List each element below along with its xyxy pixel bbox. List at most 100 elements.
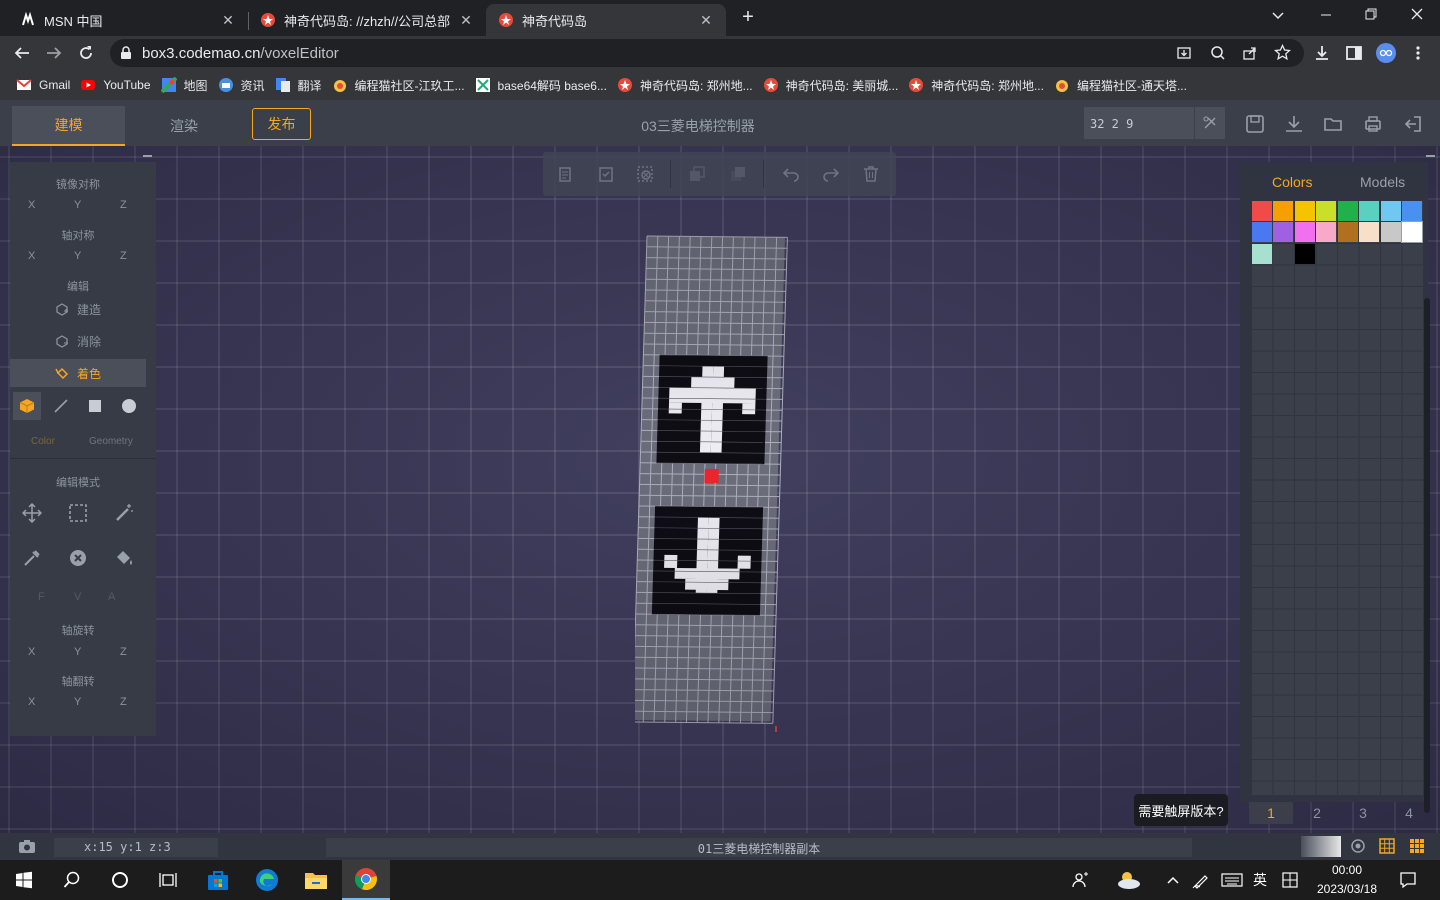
tab-build[interactable]: 建模 <box>12 106 125 146</box>
bookmark-codemao-zhengzhou-1[interactable]: 神奇代码岛: 郑州地... <box>615 73 761 97</box>
bookmark-codemao-community-2[interactable]: 编程猫社区-通天塔... <box>1052 73 1195 97</box>
input-language-indicator[interactable]: 英 <box>1250 870 1270 890</box>
new-tab-icon[interactable]: + <box>738 7 758 28</box>
axis-sym-y-toggle[interactable]: Y <box>74 250 81 262</box>
face-mode-toggle[interactable]: F <box>38 591 45 603</box>
up-button-panel[interactable] <box>656 354 768 465</box>
all-mode-toggle[interactable]: A <box>108 591 115 603</box>
models-tab[interactable]: Models <box>1360 174 1405 190</box>
rotate-x-button[interactable]: X <box>28 646 35 658</box>
target-icon[interactable] <box>1350 838 1366 854</box>
move-tool[interactable] <box>18 499 46 527</box>
axis-sym-z-toggle[interactable]: Z <box>120 250 127 262</box>
voxel-shape-cube[interactable] <box>13 392 41 420</box>
color-swatch[interactable] <box>1359 222 1379 242</box>
color-swatch[interactable] <box>1337 222 1358 242</box>
notification-icon[interactable] <box>1398 870 1418 890</box>
bookmark-star-icon[interactable] <box>1274 44 1291 61</box>
layer-icon[interactable] <box>728 164 748 184</box>
bookmark-base64[interactable]: base64解码 base6... <box>473 73 615 97</box>
edge-button[interactable] <box>243 860 291 900</box>
start-button[interactable] <box>0 860 48 900</box>
project-title[interactable]: 03三菱电梯控制器 <box>560 116 836 136</box>
palette-page-1[interactable]: 1 <box>1249 802 1293 824</box>
close-tab-icon[interactable]: ✕ <box>458 12 474 29</box>
dimensions-input[interactable]: 32 2 9 <box>1084 107 1194 139</box>
ime-mode-icon[interactable] <box>1280 870 1300 890</box>
publish-button[interactable]: 发布 <box>252 108 311 140</box>
profile-avatar-icon[interactable] <box>1375 42 1397 64</box>
bookmark-translate[interactable]: 翻译 <box>273 73 330 97</box>
color-swatch[interactable] <box>1251 222 1272 242</box>
tray-overflow-icon[interactable] <box>1163 870 1183 890</box>
rotate-z-button[interactable]: Z <box>120 646 127 658</box>
redo-icon[interactable] <box>821 164 841 184</box>
color-swatch[interactable] <box>1251 243 1272 264</box>
forward-icon[interactable] <box>43 42 65 64</box>
tab-search-icon[interactable] <box>1270 7 1286 23</box>
browser-tab-codemao[interactable]: 神奇代码岛 ✕ <box>486 4 726 36</box>
color-swatch[interactable] <box>1380 222 1401 242</box>
flip-z-button[interactable]: Z <box>120 696 127 708</box>
save-icon[interactable] <box>1245 114 1265 134</box>
reload-icon[interactable] <box>75 42 97 64</box>
color-swatch[interactable] <box>1251 200 1272 221</box>
rotate-y-button[interactable]: Y <box>74 646 81 658</box>
bookmark-gmail[interactable]: Gmail <box>14 73 78 97</box>
task-view-button[interactable] <box>144 860 192 900</box>
people-icon[interactable] <box>1071 870 1091 890</box>
palette-page-2[interactable]: 2 <box>1295 802 1339 824</box>
camera-icon[interactable] <box>18 839 36 854</box>
color-swatch[interactable] <box>1359 200 1379 221</box>
color-swatch[interactable] <box>1294 200 1315 221</box>
color-swatch[interactable] <box>1402 200 1422 221</box>
fill-tool[interactable] <box>110 544 138 572</box>
cortana-button[interactable] <box>96 860 144 900</box>
print-icon[interactable] <box>1363 114 1383 134</box>
color-swatch[interactable] <box>1316 222 1336 242</box>
color-swatch[interactable] <box>1337 200 1358 221</box>
bookmark-youtube[interactable]: YouTube <box>78 73 158 97</box>
erase-tool[interactable]: 消除 <box>10 327 146 355</box>
indicator-voxel[interactable] <box>704 468 719 484</box>
minimize-icon[interactable] <box>1318 6 1334 22</box>
bookmark-news[interactable]: 资讯 <box>216 73 273 97</box>
palette-page-4[interactable]: 4 <box>1387 802 1431 824</box>
mirror-x-toggle[interactable]: X <box>28 199 35 211</box>
bookmark-maps[interactable]: 地图 <box>159 73 216 97</box>
color-swatch[interactable] <box>1294 222 1315 242</box>
clock-time[interactable]: 00:00 <box>1306 863 1388 877</box>
search-button[interactable] <box>48 860 96 900</box>
color-tab[interactable]: Color <box>31 436 55 447</box>
collapse-right-panel-icon[interactable] <box>1426 155 1435 157</box>
chrome-button[interactable] <box>342 860 390 900</box>
open-folder-icon[interactable] <box>1323 114 1343 134</box>
color-swatch[interactable] <box>1316 200 1336 221</box>
keyboard-icon[interactable] <box>1220 870 1244 890</box>
grid-icon[interactable] <box>1379 838 1395 854</box>
touch-version-tooltip[interactable]: 需要触屏版本? <box>1134 794 1228 826</box>
weather-icon[interactable] <box>1113 870 1143 890</box>
palette-page-3[interactable]: 3 <box>1341 802 1385 824</box>
colors-tab[interactable]: Colors <box>1272 174 1312 190</box>
pen-icon[interactable] <box>1191 870 1211 890</box>
exit-icon[interactable] <box>1403 114 1423 134</box>
clock-date[interactable]: 2023/03/18 <box>1306 882 1388 896</box>
zoom-icon[interactable] <box>1210 45 1226 61</box>
install-app-icon[interactable] <box>1176 45 1192 61</box>
address-bar[interactable]: box3.codemao.cn/voxelEditor <box>110 39 1304 67</box>
tiles-icon[interactable] <box>1409 838 1425 854</box>
flip-x-button[interactable]: X <box>28 696 35 708</box>
mirror-z-toggle[interactable]: Z <box>120 199 127 211</box>
axis-sym-x-toggle[interactable]: X <box>28 250 35 262</box>
bookmark-codemao-zhengzhou-2[interactable]: 神奇代码岛: 郑州地... <box>906 73 1052 97</box>
color-swatch[interactable] <box>1294 243 1315 264</box>
tab-render[interactable]: 渲染 <box>128 106 240 146</box>
store-button[interactable] <box>194 860 242 900</box>
file-explorer-button[interactable] <box>292 860 340 900</box>
clear-selection-icon[interactable] <box>635 164 655 184</box>
magic-wand-tool[interactable] <box>110 499 138 527</box>
voxel-mode-toggle[interactable]: V <box>74 591 81 603</box>
copy-icon[interactable] <box>555 164 575 184</box>
share-icon[interactable] <box>1242 45 1258 61</box>
